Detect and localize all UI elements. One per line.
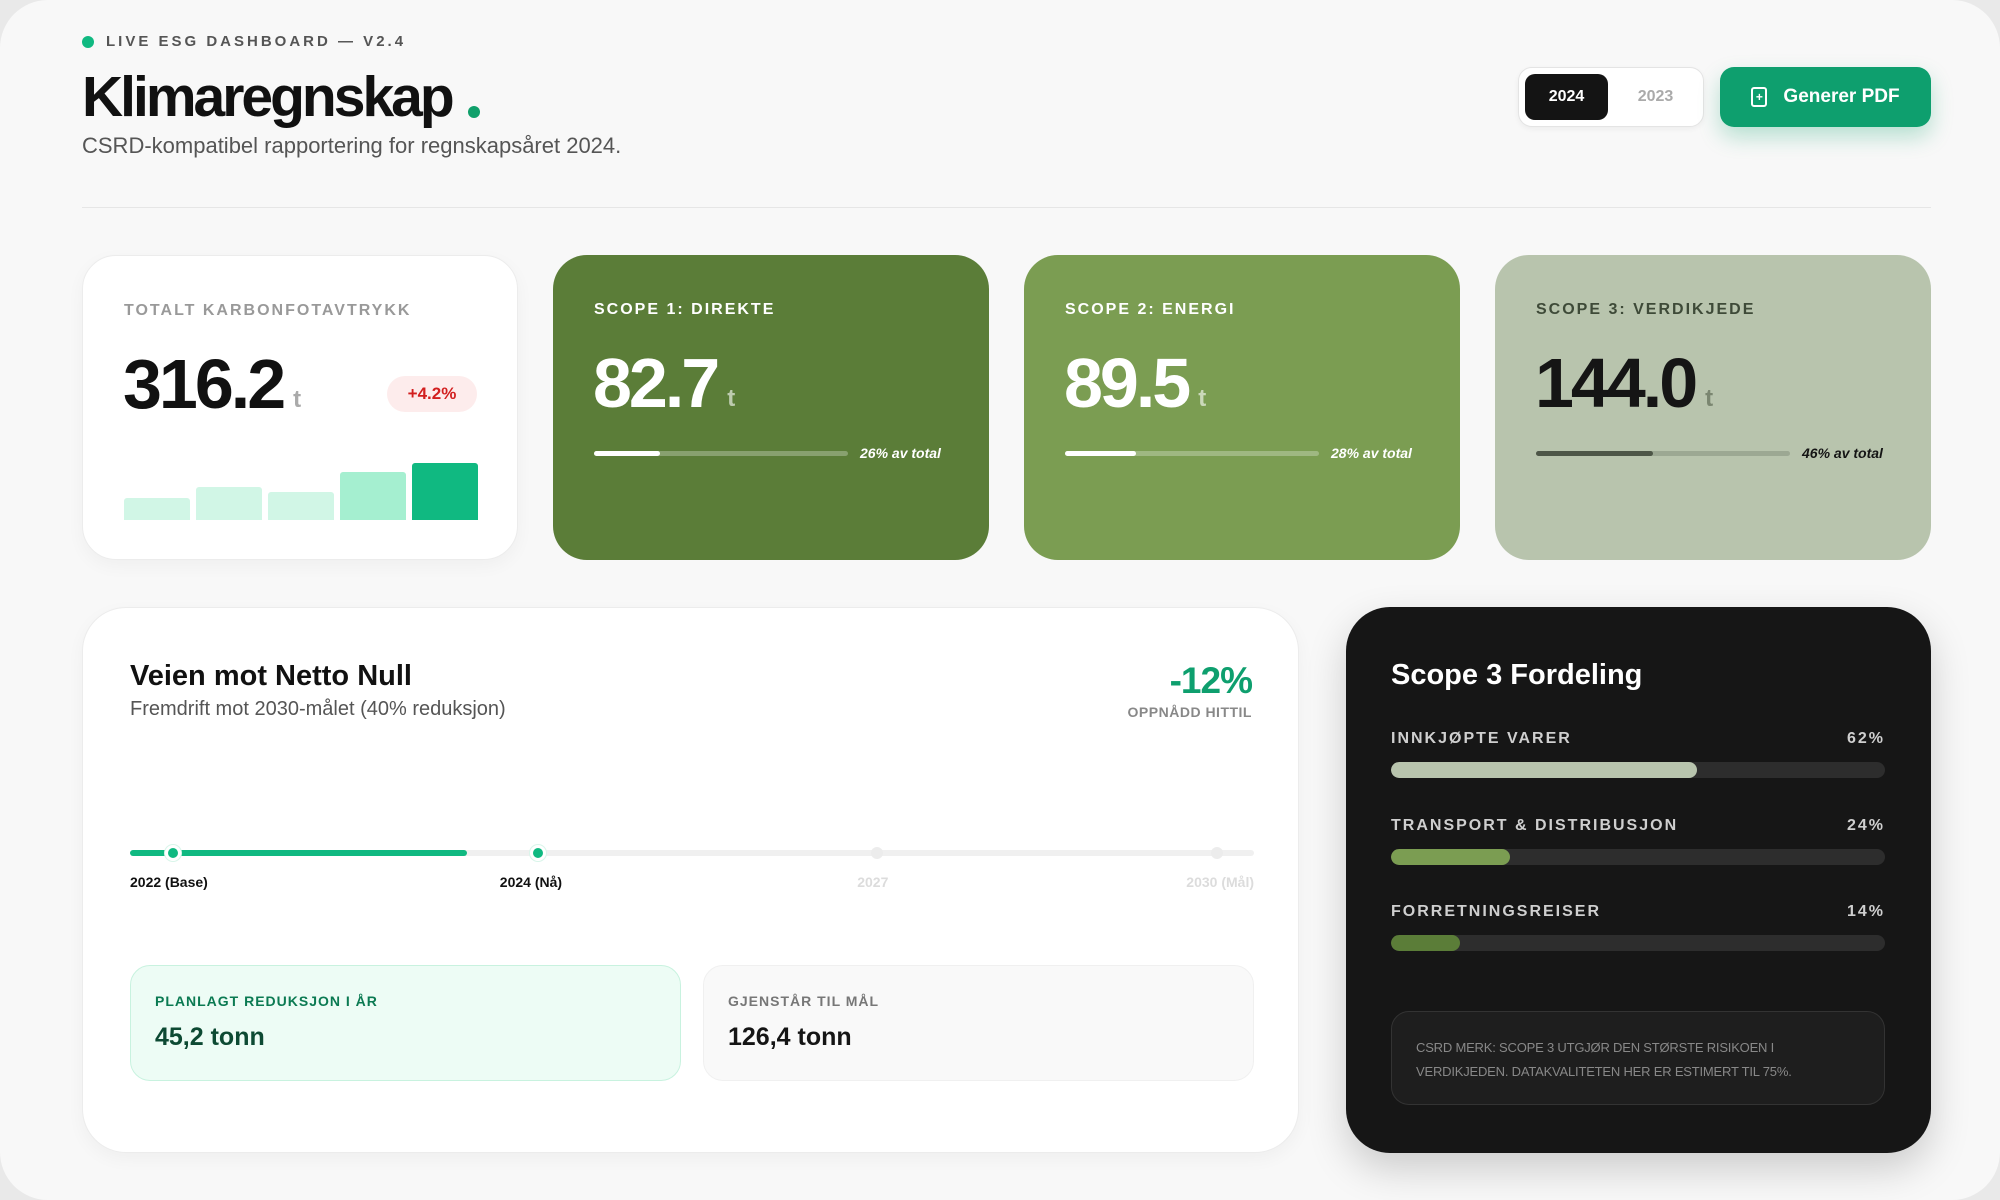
scope3-share: 46% av total [1536, 445, 1891, 461]
year-button-2023[interactable]: 2023 [1614, 74, 1697, 120]
trend-bar [412, 463, 478, 520]
timeline-label: 2022 (Base) [130, 874, 208, 890]
timeline-label: 2024 (Nå) [499, 874, 563, 890]
scope1-unit: t [727, 385, 736, 412]
breakdown-item-pct: 24% [1846, 817, 1885, 834]
trend-mini-chart [124, 454, 478, 520]
total-footprint-value: 316.2 t [123, 344, 301, 424]
page-title-text: Klimaregnskap [82, 65, 455, 129]
breakdown-fill [1391, 762, 1698, 778]
eyebrow-text: LIVE ESG DASHBOARD — V2.4 [106, 33, 407, 50]
scope3-value: 144.0 t [1535, 343, 1713, 423]
planned-reduction-box: PLANLAGT REDUKSJON I ÅR 45,2 tonn [130, 965, 681, 1081]
planned-reduction-value: 45,2 tonn [155, 1023, 265, 1051]
scope1-card: SCOPE 1: DIREKTE 82.7 t 26% av total [553, 255, 989, 560]
scope2-label: SCOPE 2: ENERGI [1065, 301, 1236, 318]
net-zero-kpi: -12% OPPNÅDD HITTIL [1127, 660, 1253, 720]
year-button-2024[interactable]: 2024 [1525, 74, 1608, 120]
dashboard-page: LIVE ESG DASHBOARD — V2.4 Klimaregnskap … [0, 0, 2000, 1200]
scope2-value: 89.5 t [1064, 343, 1206, 423]
scope2-card: SCOPE 2: ENERGI 89.5 t 28% av total [1024, 255, 1460, 560]
title-accent-dot-icon [467, 106, 480, 118]
net-zero-timeline: 2022 (Base) 2024 (Nå) 2027 2030 (Mål) [130, 840, 1254, 900]
breakdown-item-pct: 14% [1846, 903, 1885, 920]
page-subtitle: CSRD-kompatibel rapportering for regnska… [82, 133, 622, 158]
scope1-value: 82.7 t [593, 343, 735, 423]
generate-pdf-button[interactable]: Generer PDF [1720, 67, 1931, 127]
breakdown-item-label: INNKJØPTE VARER [1391, 730, 1572, 747]
breakdown-title: Scope 3 Fordeling [1391, 659, 1643, 691]
breakdown-track [1391, 762, 1885, 778]
breakdown-item-label: TRANSPORT & DISTRIBUSJON [1391, 817, 1679, 834]
remaining-value: 126,4 tonn [728, 1023, 852, 1051]
breakdown-item-label: FORRETNINGSREISER [1391, 903, 1602, 920]
trend-bar [340, 472, 406, 520]
csrd-note: CSRD MERK: SCOPE 3 UTGJØR DEN STØRSTE RI… [1391, 1011, 1885, 1105]
change-badge: +4.2% [387, 376, 477, 412]
remaining-box: GJENSTÅR TIL MÅL 126,4 tonn [703, 965, 1254, 1081]
scope3-share-track [1536, 450, 1790, 456]
live-status-icon [82, 35, 94, 48]
scope3-number: 144.0 [1535, 344, 1698, 422]
timeline-label: 2027 [857, 874, 889, 890]
scope3-share-text: 46% av total [1802, 445, 1883, 461]
trend-bar [268, 491, 334, 520]
scope3-share-fill [1536, 450, 1653, 456]
timeline-node [530, 845, 546, 861]
scope1-share-fill [594, 450, 661, 456]
total-footprint-card: TOTALT KARBONFOTAVTRYKK 316.2 t +4.2% [82, 255, 518, 560]
breakdown-fill [1391, 935, 1461, 951]
trend-bar [124, 497, 190, 520]
breakdown-track [1391, 935, 1885, 951]
breakdown-item: TRANSPORT & DISTRIBUSJON 24% [1391, 817, 1885, 865]
timeline-node [164, 845, 181, 861]
timeline-label: 2030 (Mål) [1186, 874, 1254, 890]
net-zero-kpi-value: -12% [1169, 660, 1253, 701]
trend-bar [196, 487, 262, 520]
scope1-share-track [594, 450, 848, 456]
scope3-card: SCOPE 3: VERDIKJEDE 144.0 t 46% av total [1495, 255, 1931, 560]
scope1-share: 26% av total [594, 445, 949, 461]
net-zero-subtitle: Fremdrift mot 2030-målet (40% reduksjon) [130, 698, 506, 720]
net-zero-panel: Veien mot Netto Null Fremdrift mot 2030-… [82, 607, 1299, 1153]
scope3-unit: t [1705, 385, 1714, 412]
scope2-share-fill [1065, 450, 1137, 456]
year-toggle: 2024 2023 [1518, 67, 1704, 127]
breakdown-item: INNKJØPTE VARER 62% [1391, 730, 1885, 778]
scope2-number: 89.5 [1064, 344, 1191, 422]
scope2-unit: t [1198, 385, 1207, 412]
breakdown-item-pct: 62% [1846, 730, 1885, 747]
scope3-breakdown-panel: Scope 3 Fordeling INNKJØPTE VARER 62% TR… [1346, 607, 1931, 1153]
remaining-label: GJENSTÅR TIL MÅL [728, 993, 880, 1009]
breakdown-item: FORRETNINGSREISER 14% [1391, 903, 1885, 951]
timeline-node [1210, 847, 1223, 859]
header-divider [82, 207, 1931, 208]
planned-reduction-label: PLANLAGT REDUKSJON I ÅR [155, 993, 378, 1009]
page-title: Klimaregnskap [82, 62, 480, 132]
breakdown-track [1391, 849, 1885, 865]
scope1-number: 82.7 [593, 344, 720, 422]
timeline-node [871, 847, 884, 859]
total-footprint-unit: t [293, 386, 302, 413]
scope1-share-text: 26% av total [860, 445, 941, 461]
scope2-share-text: 28% av total [1331, 445, 1412, 461]
scope2-share: 28% av total [1065, 445, 1420, 461]
total-footprint-number: 316.2 [123, 345, 286, 423]
file-plus-icon [1751, 87, 1768, 107]
scope3-label: SCOPE 3: VERDIKJEDE [1536, 301, 1756, 318]
scope2-share-track [1065, 450, 1319, 456]
total-footprint-label: TOTALT KARBONFOTAVTRYKK [124, 302, 412, 319]
breakdown-fill [1391, 849, 1510, 865]
generate-pdf-label: Generer PDF [1783, 86, 1900, 107]
net-zero-title: Veien mot Netto Null [130, 660, 412, 692]
net-zero-kpi-label: OPPNÅDD HITTIL [1127, 704, 1252, 720]
scope1-label: SCOPE 1: DIREKTE [594, 301, 776, 318]
eyebrow: LIVE ESG DASHBOARD — V2.4 [82, 33, 406, 50]
